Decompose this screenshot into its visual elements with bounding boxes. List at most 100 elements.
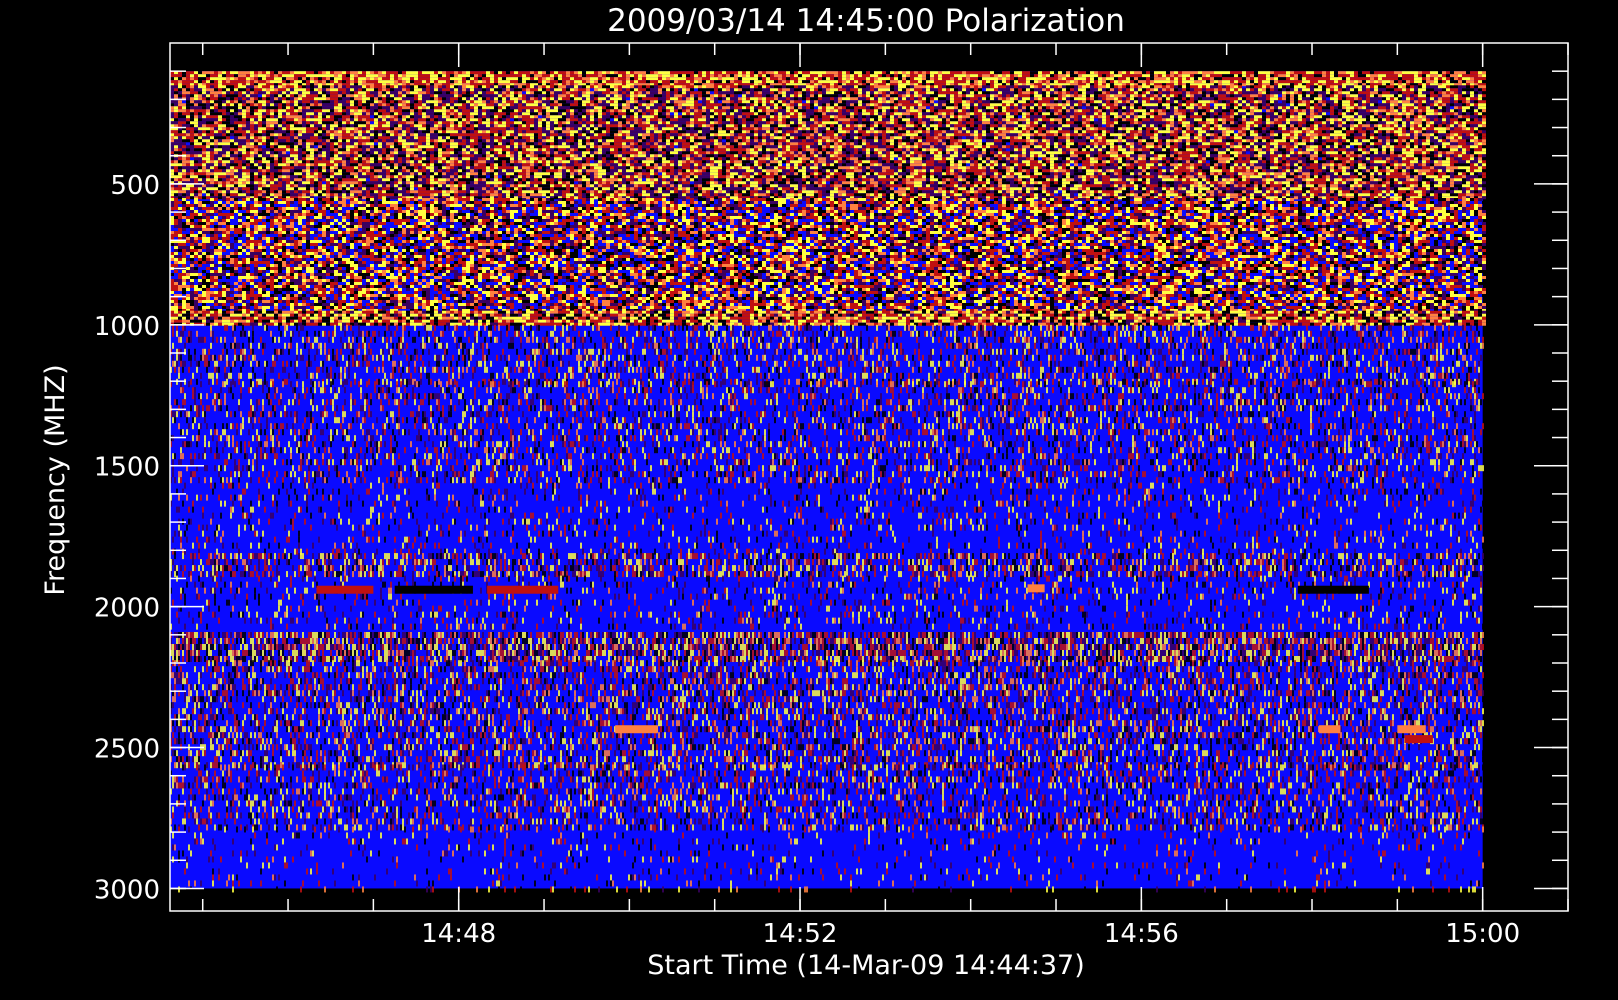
noise-cell bbox=[1026, 97, 1030, 100]
noise-cell bbox=[698, 85, 702, 88]
noise-cell bbox=[786, 74, 790, 77]
noise-cell bbox=[846, 106, 850, 109]
noise-cell bbox=[1230, 100, 1234, 103]
noise-cell bbox=[798, 91, 802, 94]
noise-cell bbox=[198, 91, 202, 94]
noise-cell bbox=[1166, 109, 1170, 112]
noise-cell bbox=[198, 80, 202, 83]
noise-cell bbox=[442, 97, 446, 100]
noise-cell bbox=[1334, 94, 1338, 97]
noise-cell bbox=[918, 77, 922, 80]
noise-cell bbox=[1206, 91, 1210, 94]
noise-cell bbox=[1398, 97, 1402, 100]
noise-cell bbox=[810, 80, 814, 83]
noise-cell bbox=[1226, 94, 1230, 97]
noise-cell bbox=[1142, 91, 1146, 94]
noise-cell bbox=[510, 97, 514, 100]
noise-cell bbox=[842, 80, 846, 83]
noise-cell bbox=[862, 80, 866, 83]
noise-cell bbox=[1042, 97, 1046, 100]
noise-cell bbox=[1006, 74, 1010, 77]
noise-cell bbox=[850, 74, 854, 77]
noise-cell bbox=[1034, 100, 1038, 103]
noise-cell bbox=[570, 77, 574, 80]
noise-cell bbox=[1086, 88, 1090, 91]
noise-cell bbox=[1442, 97, 1446, 100]
noise-cell bbox=[298, 97, 302, 100]
noise-cell bbox=[306, 77, 310, 80]
noise-cell bbox=[666, 97, 670, 100]
noise-cell bbox=[790, 71, 794, 74]
noise-cell bbox=[186, 80, 190, 83]
noise-cell bbox=[306, 94, 310, 97]
noise-cell bbox=[1190, 77, 1194, 80]
noise-cell bbox=[1094, 85, 1098, 88]
noise-cell bbox=[442, 100, 446, 103]
noise-cell bbox=[1210, 100, 1214, 103]
noise-cell bbox=[642, 91, 646, 94]
noise-cell bbox=[742, 85, 746, 88]
noise-cell bbox=[470, 71, 474, 74]
noise-cell bbox=[854, 91, 858, 94]
noise-cell bbox=[526, 85, 530, 88]
noise-cell bbox=[1430, 85, 1434, 88]
noise-cell bbox=[1302, 74, 1306, 77]
noise-cell bbox=[1010, 106, 1014, 109]
noise-cell bbox=[482, 106, 486, 109]
noise-cell bbox=[1030, 109, 1034, 112]
noise-cell bbox=[1006, 71, 1010, 74]
noise-cell bbox=[758, 74, 762, 77]
noise-cell bbox=[634, 80, 638, 83]
noise-cell bbox=[1446, 103, 1450, 106]
noise-cell bbox=[874, 100, 878, 103]
noise-cell bbox=[1122, 88, 1126, 91]
noise-cell bbox=[538, 88, 542, 91]
noise-cell bbox=[1482, 85, 1486, 88]
noise-cell bbox=[886, 91, 890, 94]
noise-cell bbox=[1310, 94, 1314, 97]
noise-cell bbox=[1126, 94, 1130, 97]
noise-cell bbox=[190, 94, 194, 97]
noise-cell bbox=[1066, 109, 1070, 112]
noise-cell bbox=[1370, 106, 1374, 109]
noise-cell bbox=[242, 71, 246, 74]
noise-cell bbox=[210, 88, 214, 91]
noise-cell bbox=[402, 88, 406, 91]
noise-cell bbox=[818, 94, 822, 97]
noise-cell bbox=[590, 109, 594, 112]
noise-cell bbox=[370, 74, 374, 77]
noise-cell bbox=[1142, 88, 1146, 91]
noise-cell bbox=[354, 77, 358, 80]
noise-cell bbox=[1230, 77, 1234, 80]
noise-cell bbox=[1250, 77, 1254, 80]
noise-cell bbox=[582, 106, 586, 109]
noise-cell bbox=[442, 91, 446, 94]
noise-cell bbox=[1082, 97, 1086, 100]
noise-cell bbox=[274, 71, 278, 74]
noise-cell bbox=[374, 94, 378, 97]
noise-cell bbox=[606, 91, 610, 94]
noise-cell bbox=[650, 71, 654, 74]
noise-cell bbox=[958, 88, 962, 91]
noise-cell bbox=[894, 77, 898, 80]
noise-cell bbox=[1402, 106, 1406, 109]
noise-cell bbox=[210, 106, 214, 109]
noise-cell bbox=[238, 103, 242, 106]
noise-cell bbox=[494, 94, 498, 97]
noise-cell bbox=[946, 74, 950, 77]
noise-cell bbox=[774, 74, 778, 77]
noise-cell bbox=[1014, 94, 1018, 97]
noise-cell bbox=[458, 97, 462, 100]
noise-cell bbox=[806, 80, 810, 83]
noise-cell bbox=[402, 85, 406, 88]
noise-cell bbox=[274, 106, 278, 109]
noise-cell bbox=[874, 77, 878, 80]
noise-cell bbox=[1394, 85, 1398, 88]
noise-cell bbox=[1158, 100, 1162, 103]
noise-cell bbox=[1206, 80, 1210, 83]
noise-cell bbox=[1198, 71, 1202, 74]
noise-cell bbox=[1126, 71, 1130, 74]
noise-cell bbox=[922, 100, 926, 103]
noise-cell bbox=[1466, 85, 1470, 88]
noise-cell bbox=[246, 74, 250, 77]
